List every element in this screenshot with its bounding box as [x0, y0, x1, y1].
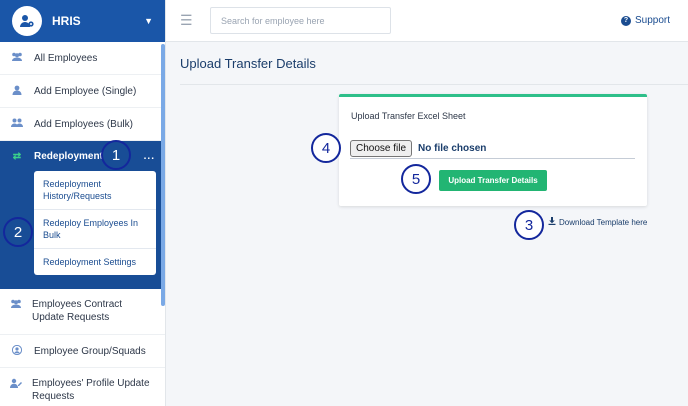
step-marker-5: 5: [401, 164, 431, 194]
download-label: Download Template here: [559, 217, 648, 227]
page-title: Upload Transfer Details: [180, 56, 316, 71]
choose-file-button[interactable]: Choose file: [350, 139, 413, 157]
submenu-item-history[interactable]: Redeployment History/Requests: [34, 171, 156, 210]
sidebar-scrollbar[interactable]: [161, 44, 165, 306]
sidebar-item-label: All Employees: [34, 52, 98, 64]
sidebar-item-label: Employees' Profile Update Requests: [32, 378, 150, 402]
sidebar-item-label: Employee Group/Squads: [34, 345, 146, 357]
sidebar-item-group-squads[interactable]: Employee Group/Squads: [0, 335, 165, 368]
support-link[interactable]: ? Support: [620, 15, 670, 26]
redeployment-header[interactable]: ⇄ Redeployment ...: [0, 141, 165, 171]
brand-header[interactable]: HRIS ▼: [0, 0, 165, 42]
users-icon: [10, 118, 24, 131]
help-circle-icon: ?: [620, 15, 631, 26]
redeployment-submenu: Redeployment History/Requests Redeploy E…: [34, 171, 156, 275]
sidebar: HRIS ▼ All Employees Add Employee (Singl…: [0, 0, 166, 406]
search-input[interactable]: [210, 7, 391, 34]
more-icon[interactable]: ...: [144, 151, 155, 162]
submenu-item-redeploy-bulk[interactable]: Redeploy Employees In Bulk: [34, 210, 156, 249]
submenu-item-settings[interactable]: Redeployment Settings: [34, 249, 156, 275]
top-bar: ☰ ? Support: [166, 0, 688, 42]
divider: [180, 84, 688, 85]
step-marker-1: 1: [101, 140, 131, 170]
file-input: Choose file No file chosen: [350, 138, 635, 159]
sidebar-item-contract-update[interactable]: Employees Contract Update Requests: [0, 289, 165, 335]
users-icon: [10, 299, 22, 312]
upload-card: Upload Transfer Excel Sheet Choose file …: [339, 94, 647, 206]
sidebar-item-add-employees-bulk[interactable]: Add Employees (Bulk): [0, 108, 165, 141]
support-label: Support: [634, 15, 670, 26]
sidebar-item-redeployment: ⇄ Redeployment ... Redeployment History/…: [0, 141, 165, 289]
sidebar-item-profile-update[interactable]: Employees' Profile Update Requests: [0, 368, 165, 406]
sidebar-item-label: Add Employees (Bulk): [34, 118, 133, 130]
step-marker-3: 3: [514, 210, 544, 240]
step-marker-2: 2: [3, 217, 33, 247]
user-circle-icon: [10, 344, 24, 359]
caret-down-icon[interactable]: ▼: [144, 16, 153, 26]
step-marker-4: 4: [311, 133, 341, 163]
download-template-link[interactable]: Download Template here: [548, 217, 647, 227]
swap-arrows-icon: ⇄: [12, 150, 22, 162]
sidebar-item-label: Employees Contract Update Requests: [32, 299, 123, 323]
brand-title: HRIS: [52, 14, 81, 28]
sidebar-item-label: Redeployment: [34, 150, 103, 162]
user-icon: [10, 85, 24, 99]
users-icon: [10, 52, 24, 65]
upload-label: Upload Transfer Excel Sheet: [351, 111, 466, 121]
sidebar-item-label: Add Employee (Single): [34, 85, 137, 97]
sidebar-item-add-employee-single[interactable]: Add Employee (Single): [0, 75, 165, 108]
sidebar-item-all-employees[interactable]: All Employees: [0, 42, 165, 75]
user-cog-icon: [12, 6, 42, 36]
user-edit-icon: [10, 378, 22, 392]
upload-transfer-details-button[interactable]: Upload Transfer Details: [439, 170, 547, 191]
file-status: No file chosen: [418, 142, 487, 154]
hamburger-menu-icon[interactable]: ☰: [180, 12, 194, 29]
download-icon: [548, 217, 556, 227]
